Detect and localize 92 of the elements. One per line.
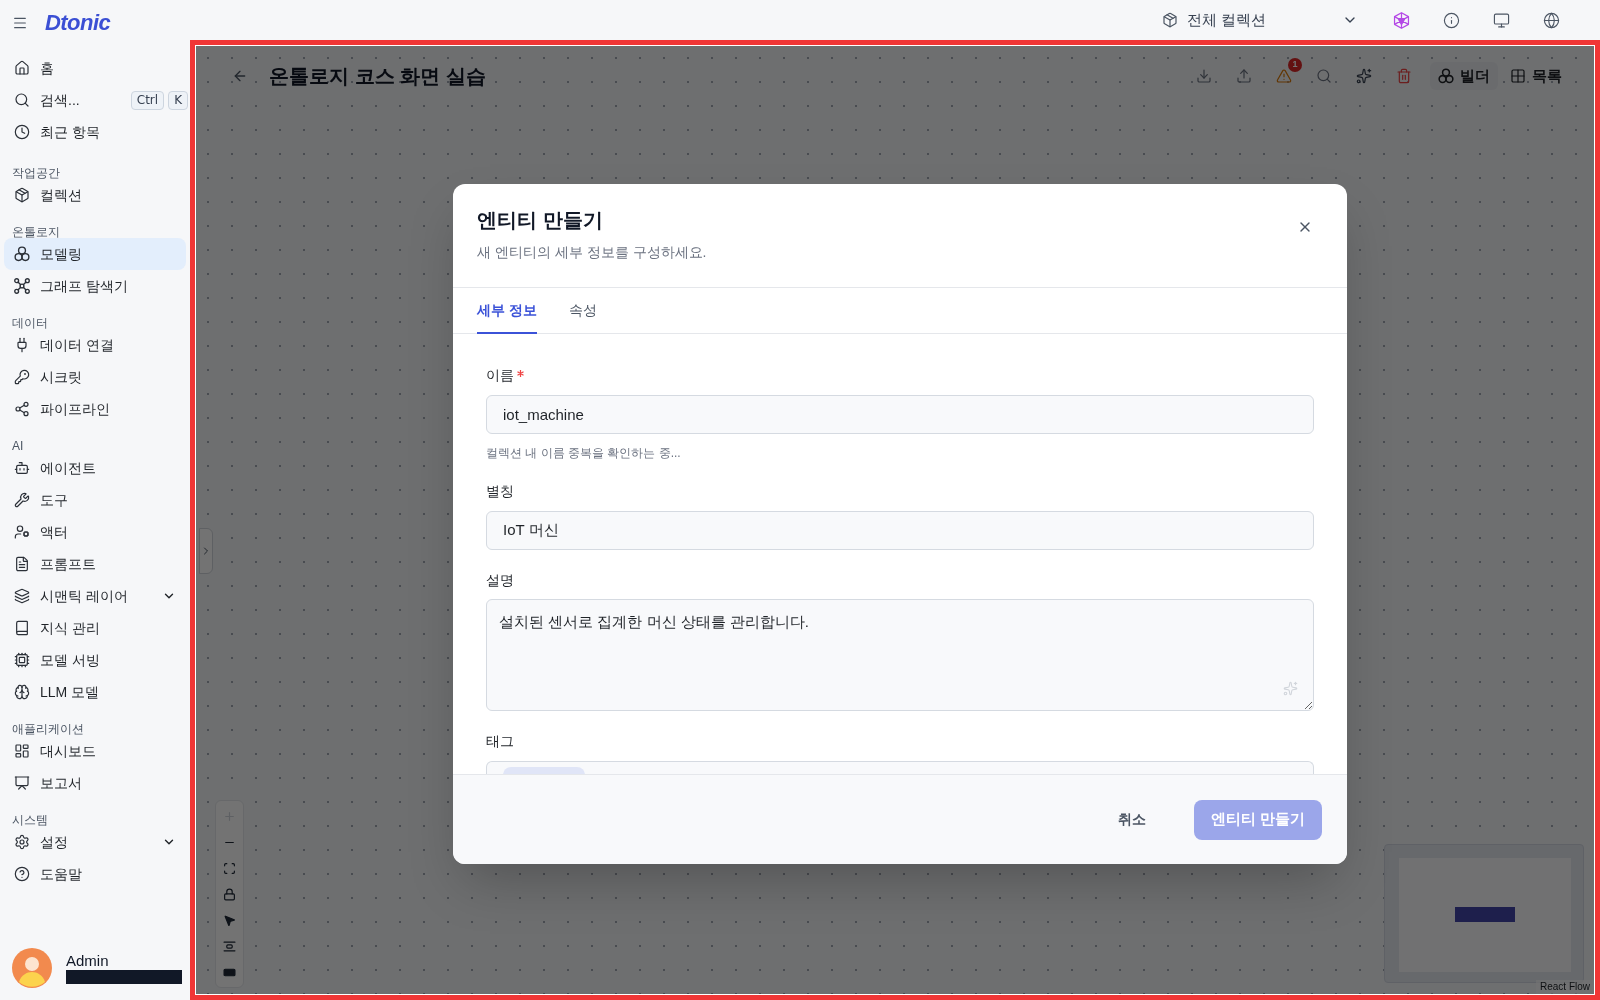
nav-item[interactable]: 보고서 xyxy=(4,767,186,799)
nav-item[interactable]: 설정 xyxy=(4,826,186,858)
description-field[interactable]: 설치된 센서로 집계한 머신 상태를 관리합니다. xyxy=(486,599,1314,711)
nav-item[interactable]: 액터 xyxy=(4,516,186,548)
plug-icon xyxy=(14,337,30,353)
sparkle-icon[interactable] xyxy=(1356,68,1372,84)
cube-icon xyxy=(1162,12,1178,28)
nav-item[interactable]: 최근 항목 xyxy=(4,116,186,148)
view-tab[interactable]: 목록 xyxy=(1502,62,1570,90)
robot-icon xyxy=(14,460,30,476)
avatar-icon xyxy=(12,948,52,988)
menu-icon[interactable] xyxy=(12,15,28,31)
nav-item[interactable]: 컬렉션 xyxy=(4,179,186,211)
chip-icon xyxy=(14,652,30,668)
section-title: 작업공간 xyxy=(12,166,60,180)
field-label: 태그 xyxy=(486,732,514,751)
search-icon xyxy=(14,92,30,108)
section-title: 애플리케이션 xyxy=(12,722,84,736)
tab[interactable]: 속성 xyxy=(568,288,597,334)
search-icon[interactable] xyxy=(1316,68,1332,84)
presentation-icon xyxy=(14,775,30,791)
dialog-title: 엔티티 만들기 xyxy=(477,208,603,233)
field-label: 이름 xyxy=(486,366,514,385)
field-label: 별칭 xyxy=(486,482,514,501)
monitor-icon[interactable] xyxy=(1492,11,1510,29)
warning-count-badge: 1 xyxy=(1288,58,1302,72)
pointer-icon[interactable] xyxy=(223,913,236,927)
settings-icon xyxy=(14,834,30,850)
brain-icon xyxy=(14,684,30,700)
grid-icon xyxy=(1510,68,1526,84)
help-icon xyxy=(14,866,30,882)
user-name: Admin xyxy=(66,952,110,970)
download-icon[interactable] xyxy=(1196,68,1212,84)
nav-item[interactable]: 시맨틱 레이어 xyxy=(4,580,186,612)
text-field[interactable]: IoT 머신 xyxy=(486,511,1314,550)
user-gear-icon xyxy=(14,524,30,540)
section-title: 시스템 xyxy=(12,813,48,827)
dialog-subtitle: 새 엔티티의 세부 정보를 구성하세요. xyxy=(477,243,707,262)
nav-item[interactable]: 모델링 xyxy=(4,238,186,270)
nav-item[interactable]: 지식 관리 xyxy=(4,612,186,644)
text-field[interactable]: iot_machine xyxy=(486,395,1314,434)
fit-view-icon[interactable] xyxy=(223,861,236,875)
nav-item[interactable]: LLM 모델 xyxy=(4,676,186,708)
section-title: 온톨로지 xyxy=(12,225,60,239)
circles-icon xyxy=(1438,68,1454,84)
align-icon[interactable] xyxy=(223,939,236,953)
nav-item[interactable]: 도구 xyxy=(4,484,186,516)
nav-item[interactable]: 시크릿 xyxy=(4,361,186,393)
shortcut-key: Ctrl xyxy=(130,90,165,110)
nav-item[interactable]: 데이터 연결 xyxy=(4,329,186,361)
hexagon-network-icon[interactable] xyxy=(1392,11,1410,29)
wrench-icon xyxy=(14,492,30,508)
field-label: 설명 xyxy=(486,571,514,590)
nodes-icon xyxy=(14,401,30,417)
tab[interactable]: 세부 정보 xyxy=(477,288,537,334)
logo: Dtonic xyxy=(45,12,111,34)
trash-icon[interactable] xyxy=(1396,68,1412,84)
nav-item[interactable]: 에이전트 xyxy=(4,452,186,484)
nav-item[interactable]: 파이프라인 xyxy=(4,393,186,425)
nav-item[interactable]: 그래프 탐색기 xyxy=(4,270,186,302)
nav-item[interactable]: 홈 xyxy=(4,52,186,84)
tags-field[interactable] xyxy=(486,761,1314,774)
lock-icon[interactable] xyxy=(223,887,236,901)
nav-item[interactable]: 대시보드 xyxy=(4,735,186,767)
circles-icon xyxy=(14,246,30,262)
house-icon xyxy=(14,60,30,76)
globe-icon[interactable] xyxy=(1542,11,1560,29)
tiles-icon xyxy=(14,743,30,759)
cancel-button[interactable]: 취소 xyxy=(1102,799,1162,840)
book-icon xyxy=(14,620,30,636)
shortcut-key: K xyxy=(168,90,188,110)
key-icon xyxy=(14,369,30,385)
upload-icon[interactable] xyxy=(1236,68,1252,84)
nav-item[interactable]: 프롬프트 xyxy=(4,548,186,580)
node-cluster-icon xyxy=(14,278,30,294)
page-title: 온톨로지 코스 화면 실습 xyxy=(269,64,486,89)
minimap-node xyxy=(1455,907,1515,922)
collection-select[interactable]: 전체 컬렉션 xyxy=(1159,4,1361,36)
info-icon[interactable] xyxy=(1442,11,1460,29)
clock-icon xyxy=(14,124,30,140)
warning-icon[interactable] xyxy=(1276,68,1292,84)
nav-item[interactable]: 검색... xyxy=(4,84,88,116)
section-title: 데이터 xyxy=(12,316,48,330)
nav-item[interactable]: 모델 서빙 xyxy=(4,644,186,676)
cube-icon xyxy=(14,187,30,203)
layers-icon xyxy=(14,588,30,604)
sidebar-toggle[interactable] xyxy=(199,528,213,574)
nav-item[interactable]: 도움말 xyxy=(4,858,186,890)
view-tab[interactable]: 빌더 xyxy=(1430,62,1498,90)
section-title: AI xyxy=(12,439,24,453)
helper-text: 컬렉션 내 이름 중복을 확인하는 중... xyxy=(486,445,681,461)
document-icon xyxy=(14,556,30,572)
